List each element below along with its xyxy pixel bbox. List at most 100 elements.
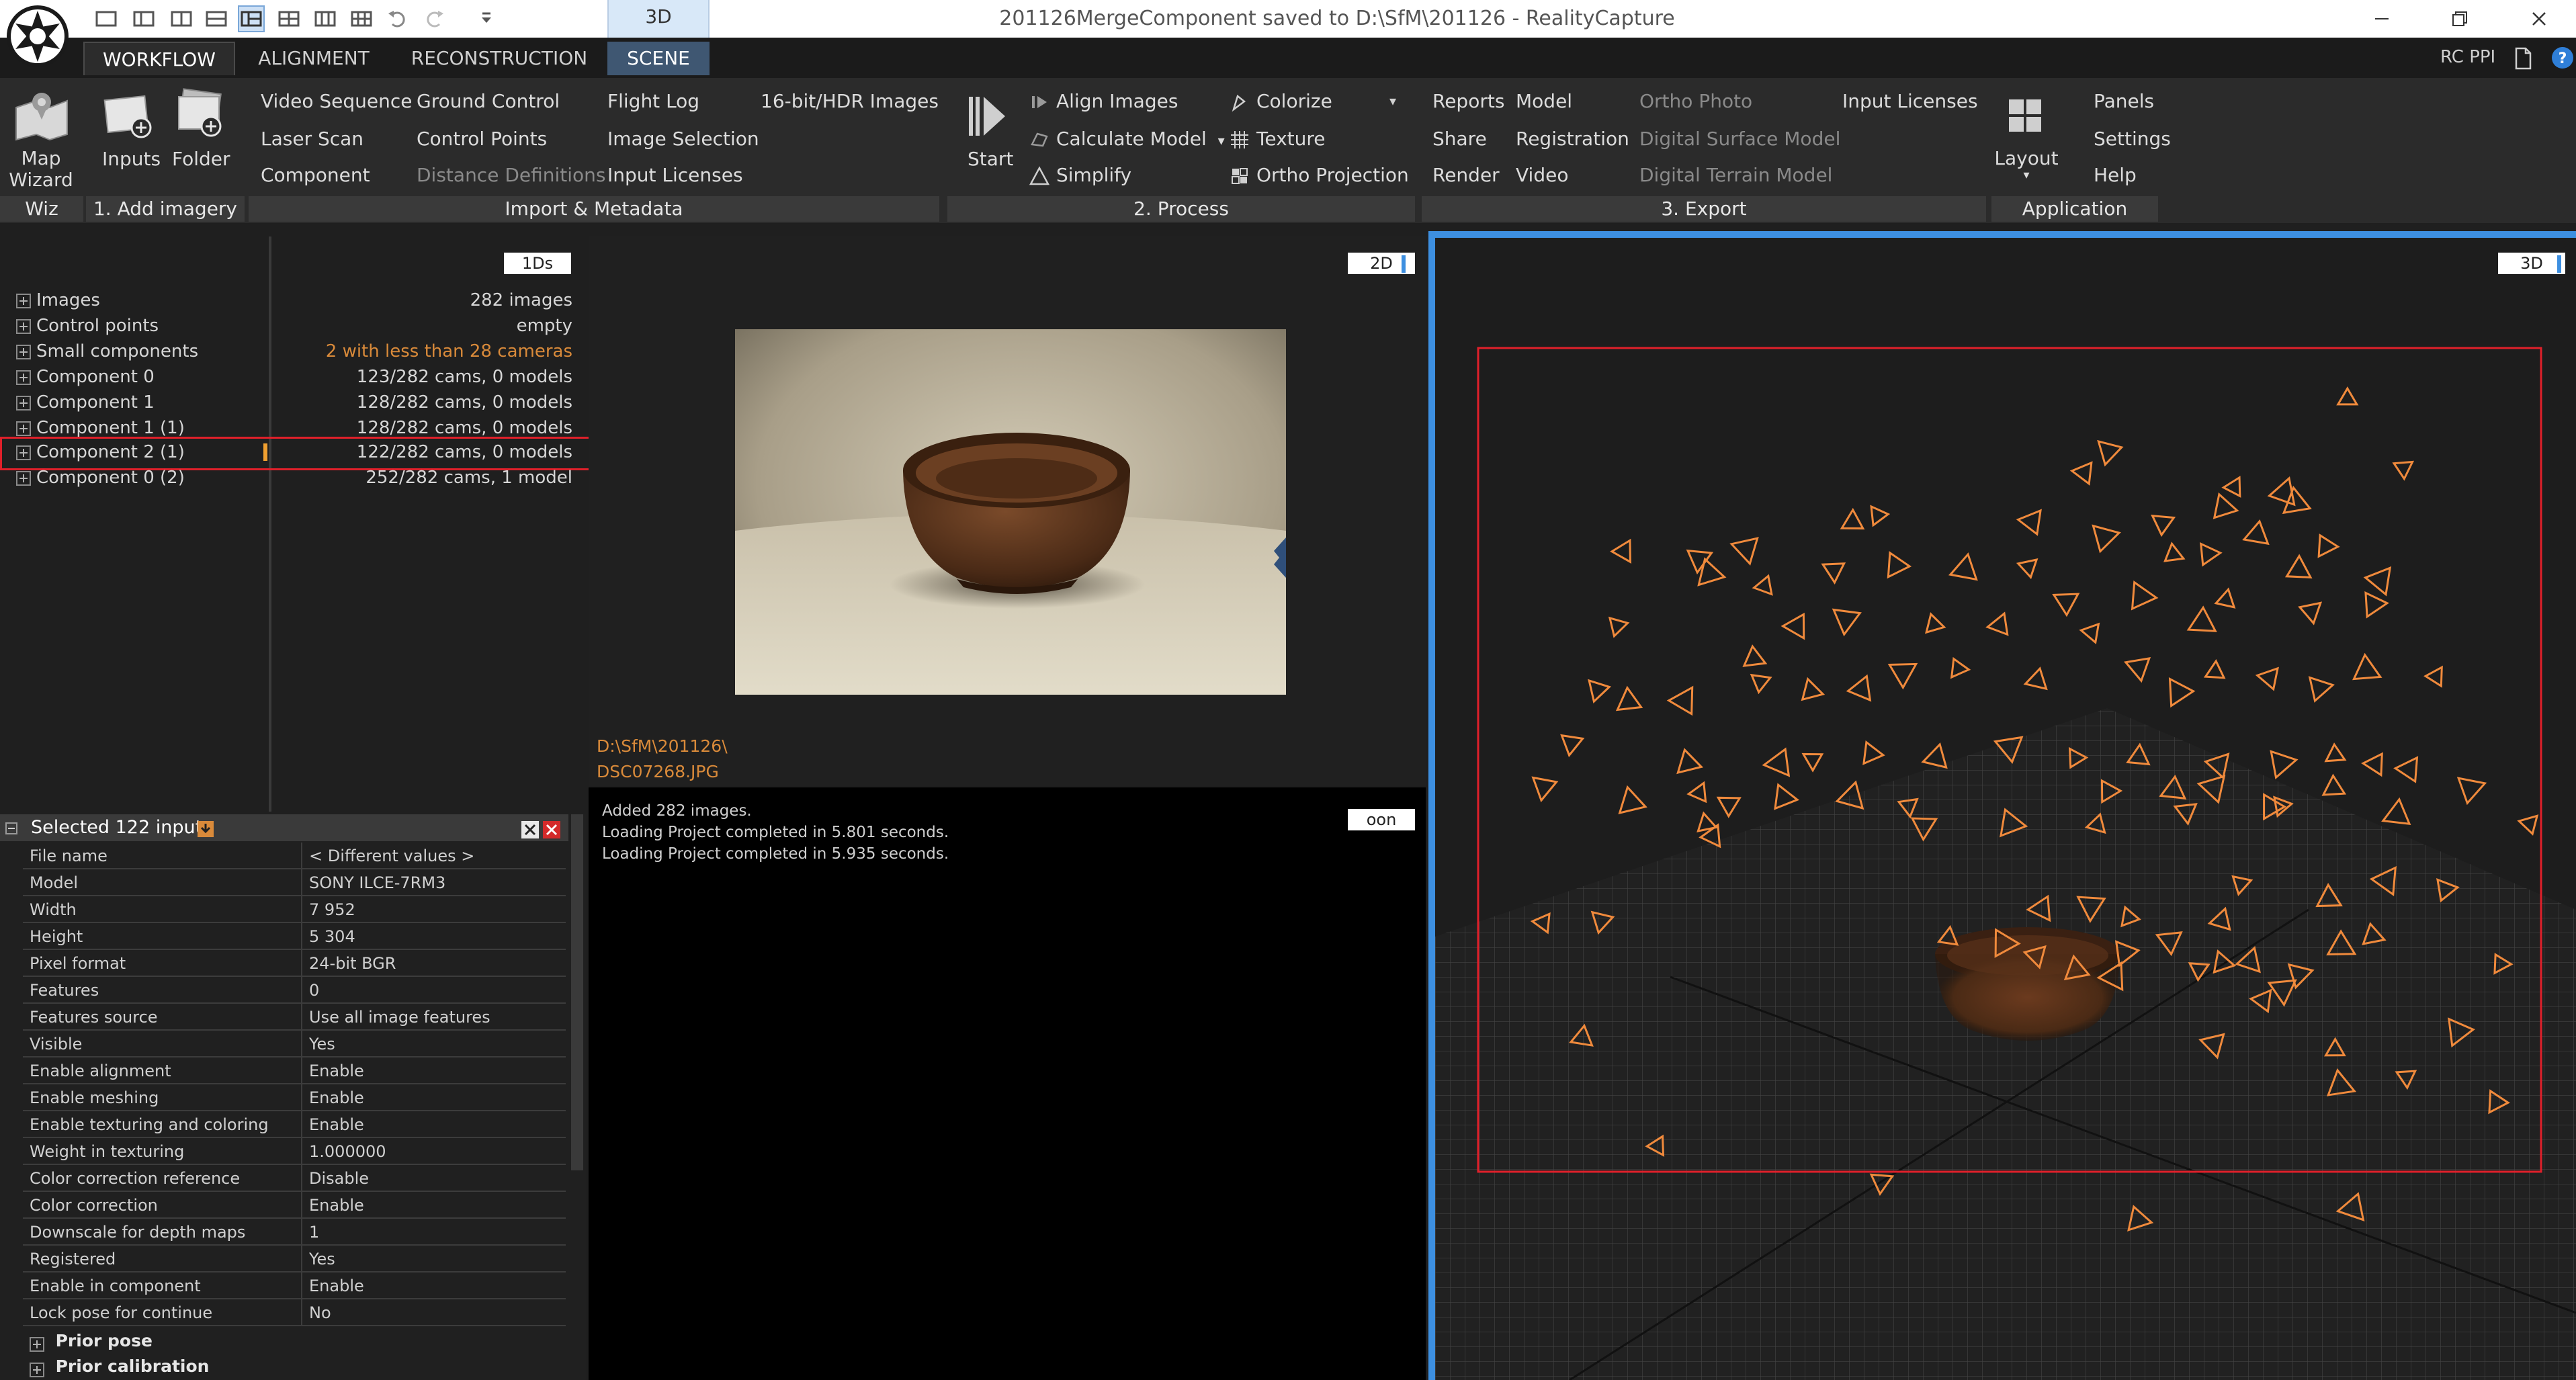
layout-4-icon[interactable] xyxy=(204,7,228,31)
camera-frustum-icon[interactable] xyxy=(2016,509,2049,539)
map-wizard-button[interactable]: Map Wizard xyxy=(4,148,78,191)
tab-reconstruction[interactable]: RECONSTRUCTION xyxy=(403,42,595,75)
restore-button[interactable] xyxy=(2423,0,2497,38)
reports-button[interactable]: Reports xyxy=(1432,90,1504,112)
property-row[interactable]: Color correction Enable xyxy=(23,1192,566,1219)
layout-2-icon[interactable] xyxy=(132,7,156,31)
minimize-button[interactable] xyxy=(2345,0,2419,38)
tree-row-control-points[interactable]: Control points xyxy=(16,313,159,339)
layout-6-icon[interactable] xyxy=(277,7,301,31)
colorize-button[interactable]: Colorize xyxy=(1230,90,1332,112)
property-row[interactable]: Enable meshing Enable xyxy=(23,1084,566,1111)
layout-5-icon[interactable] xyxy=(238,5,265,32)
property-value[interactable]: No xyxy=(301,1299,566,1326)
camera-frustum-icon[interactable] xyxy=(1615,685,1646,718)
video-sequence-button[interactable]: Video Sequence xyxy=(261,90,412,112)
tree-row-small-components[interactable]: Small components xyxy=(16,339,198,364)
property-value[interactable]: Use all image features xyxy=(301,1004,566,1031)
camera-frustum-icon[interactable] xyxy=(2361,748,2391,777)
camera-frustum-icon[interactable] xyxy=(2242,519,2272,546)
property-row[interactable]: Pixel format 24-bit BGR xyxy=(23,950,566,977)
quick-access-dropdown-icon[interactable] xyxy=(474,7,499,31)
property-value[interactable]: Yes xyxy=(301,1031,566,1058)
camera-frustum-icon[interactable] xyxy=(1666,685,1703,720)
digital-terrain-model-button[interactable]: Digital Terrain Model xyxy=(1639,164,1832,186)
camera-frustum-icon[interactable] xyxy=(2311,530,2340,558)
camera-frustum-icon[interactable] xyxy=(2023,666,2050,691)
texture-button[interactable]: Texture xyxy=(1230,128,1326,150)
simplify-button[interactable]: Simplify xyxy=(1029,164,1131,186)
layout-1-icon[interactable] xyxy=(94,7,118,31)
property-value[interactable]: 1.000000 xyxy=(301,1138,566,1165)
pin-icon[interactable] xyxy=(521,821,539,838)
rc-ppi-label[interactable]: RC PPI xyxy=(2440,47,2495,67)
ortho-photo-button[interactable]: Ortho Photo xyxy=(1639,90,1752,112)
distance-definitions-button[interactable]: Distance Definitions xyxy=(417,164,606,186)
tree-row-component-1[interactable]: Component 1 xyxy=(16,390,155,415)
camera-frustum-icon[interactable] xyxy=(2052,593,2080,617)
image-thumbnail[interactable] xyxy=(735,329,1286,695)
settings-button[interactable]: Settings xyxy=(2094,128,2171,150)
camera-frustum-icon[interactable] xyxy=(2121,580,2159,617)
export-selection-icon[interactable] xyxy=(198,821,214,837)
camera-frustum-icon[interactable] xyxy=(1750,673,1772,695)
collapse-icon[interactable] xyxy=(5,822,17,834)
camera-frustum-icon[interactable] xyxy=(2221,476,2247,501)
camera-frustum-icon[interactable] xyxy=(1883,653,1918,690)
start-button[interactable]: Start xyxy=(968,148,1013,170)
camera-frustum-icon[interactable] xyxy=(2324,742,2347,763)
camera-frustum-icon[interactable] xyxy=(2282,485,2315,521)
camera-frustum-icon[interactable] xyxy=(2255,666,2284,693)
camera-frustum-icon[interactable] xyxy=(1716,796,1742,818)
expand-icon[interactable] xyxy=(16,421,31,436)
view-3d-tab[interactable]: 3D xyxy=(607,0,710,38)
camera-frustum-icon[interactable] xyxy=(2390,455,2415,481)
calculate-model-chevron-down-icon[interactable]: ▾ xyxy=(1218,132,1225,148)
tab-scene[interactable]: SCENE xyxy=(607,42,710,75)
camera-frustum-icon[interactable] xyxy=(1846,674,1872,703)
camera-frustum-icon[interactable] xyxy=(1729,529,1766,566)
property-value[interactable]: Enable xyxy=(301,1111,566,1138)
camera-frustum-icon[interactable] xyxy=(1985,611,2016,641)
property-row[interactable]: Registered Yes xyxy=(23,1246,566,1273)
camera-frustum-icon[interactable] xyxy=(1887,551,1912,579)
expand-icon[interactable] xyxy=(16,470,31,486)
camera-frustum-icon[interactable] xyxy=(2151,514,2176,537)
expand-icon[interactable] xyxy=(16,395,31,411)
camera-frustum-icon[interactable] xyxy=(2193,542,2223,569)
camera-frustum-icon[interactable] xyxy=(1840,507,1869,537)
camera-frustum-icon[interactable] xyxy=(1925,612,1946,636)
camera-frustum-icon[interactable] xyxy=(1603,611,1630,638)
input-licenses-button[interactable]: Input Licenses xyxy=(607,164,743,186)
camera-frustum-icon[interactable] xyxy=(2079,618,2106,644)
layout-7-icon[interactable] xyxy=(313,7,337,31)
camera-frustum-icon[interactable] xyxy=(2261,742,2299,780)
expand-icon[interactable] xyxy=(16,370,31,385)
expand-icon[interactable] xyxy=(16,293,31,308)
camera-frustum-icon[interactable] xyxy=(1801,746,1827,773)
image-selection-button[interactable]: Image Selection xyxy=(607,128,759,150)
property-row[interactable]: Lock pose for continue No xyxy=(23,1299,566,1326)
export-video-button[interactable]: Video xyxy=(1516,164,1568,186)
camera-frustum-icon[interactable] xyxy=(2346,652,2382,690)
property-row[interactable]: Model SONY ILCE-7RM3 xyxy=(23,869,566,896)
camera-frustum-icon[interactable] xyxy=(1618,785,1649,820)
property-row[interactable]: Enable texturing and coloring Enable xyxy=(23,1111,566,1138)
property-value[interactable]: 5 304 xyxy=(301,923,566,950)
camera-frustum-icon[interactable] xyxy=(2213,587,2236,612)
expand-icon[interactable] xyxy=(16,344,31,359)
property-row[interactable]: Features 0 xyxy=(23,977,566,1004)
close-button[interactable] xyxy=(2502,0,2576,38)
property-row[interactable]: Width 7 952 xyxy=(23,896,566,923)
camera-frustum-icon[interactable] xyxy=(2303,676,2335,704)
property-value[interactable]: 0 xyxy=(301,977,566,1004)
layout-8-icon[interactable] xyxy=(349,7,374,31)
property-row[interactable]: Enable alignment Enable xyxy=(23,1058,566,1084)
help-icon[interactable]: ? xyxy=(2550,46,2575,70)
property-row[interactable]: Weight in texturing 1.000000 xyxy=(23,1138,566,1165)
camera-frustum-icon[interactable] xyxy=(2205,492,2239,526)
tab-alignment[interactable]: ALIGNMENT xyxy=(253,42,375,75)
expand-icon[interactable] xyxy=(30,1362,44,1377)
ground-control-button[interactable]: Ground Control xyxy=(417,90,560,112)
help-button[interactable]: Help xyxy=(2094,164,2137,186)
